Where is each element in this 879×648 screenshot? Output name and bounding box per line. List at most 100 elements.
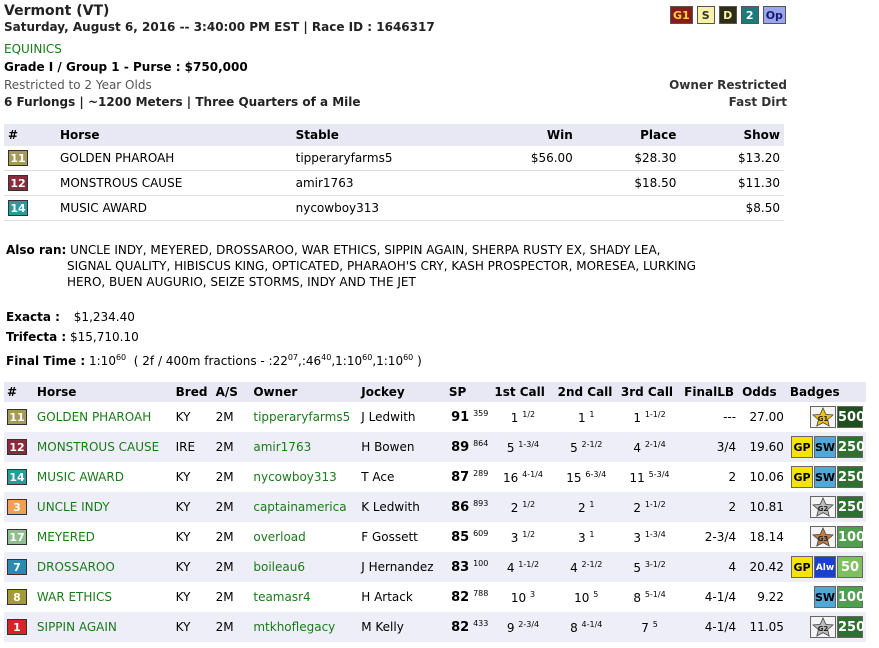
call3-margin: 1-3/4	[644, 529, 666, 539]
col-call3: 3rd Call	[617, 382, 682, 402]
call3-pos: 4	[633, 440, 641, 455]
race-tags: G1 S D 2 Op	[670, 6, 786, 24]
results-stable[interactable]: tipperaryfarms5	[291, 146, 492, 171]
trifecta-label: Trifecta :	[6, 330, 67, 344]
owner-link[interactable]: overload	[250, 522, 358, 552]
race-restriction: Restricted to 2 Year Olds	[4, 78, 152, 92]
open-tag: Op	[762, 6, 786, 24]
grade-star-label: G2	[817, 625, 829, 633]
also-ran-line2: SIGNAL QUALITY, HIBISCUS KING, OPTICATED…	[67, 259, 696, 273]
call1-pos: 2	[510, 500, 519, 515]
jockey: F Gossett	[361, 530, 418, 544]
results-show: $8.50	[680, 195, 784, 221]
horse-link[interactable]: SIPPIN AGAIN	[33, 612, 173, 642]
results-win	[491, 195, 577, 221]
horse-link[interactable]: GOLDEN PHAROAH	[34, 402, 173, 432]
frac3-sup: 60	[362, 353, 373, 362]
sp-sup: 359	[473, 409, 489, 418]
points-badge: 50	[837, 556, 863, 578]
sp-value: 85	[451, 530, 470, 545]
post-position-badge: 7	[7, 559, 27, 575]
final-time-row: Final Time : 1:1060 ( 2f / 400m fraction…	[6, 353, 422, 368]
race-title: Vermont (VT)	[4, 3, 110, 19]
horse-link[interactable]: MONSTROUS CAUSE	[33, 432, 173, 462]
age-sex: 2M	[215, 530, 234, 544]
col-badges: Badges	[786, 382, 866, 402]
grade-star-label: G3	[817, 535, 829, 543]
results-horse[interactable]: MUSIC AWARD	[56, 195, 292, 221]
race-row: 12 MONSTROUS CAUSE IRE 2M amir1763 H Bow…	[4, 432, 866, 462]
call2: 8 4-1/4	[554, 612, 618, 642]
pp-cell: 11	[4, 402, 34, 432]
horse-link[interactable]: MUSIC AWARD	[34, 462, 173, 492]
call3-margin: 3-1/2	[644, 559, 666, 569]
race-results-table: # Horse Bred A/S Owner Jockey SP 1st Cal…	[4, 382, 866, 642]
call3-pos: 3	[633, 530, 641, 545]
horse-link[interactable]: DROSSAROO	[33, 552, 173, 582]
horse-link[interactable]: WAR ETHICS	[34, 582, 173, 612]
pp-cell: 1	[4, 612, 34, 642]
owner-link[interactable]: mtkhoflegacy	[250, 612, 359, 642]
grade-star-label: G1	[817, 415, 829, 423]
final-lb: 4-1/4	[704, 590, 737, 604]
results-horse[interactable]: MONSTROUS CAUSE	[56, 170, 292, 196]
call2: 3 1	[555, 522, 618, 552]
call1-pos: 4	[506, 560, 515, 575]
sp-value: 86	[451, 500, 470, 515]
horse-link[interactable]: MEYERED	[34, 522, 173, 552]
odds: 18.14	[749, 530, 784, 544]
also-ran-line1: UNCLE INDY, MEYERED, DROSSAROO, WAR ETHI…	[70, 243, 661, 257]
owner-link[interactable]: boileau6	[250, 552, 359, 582]
stakes-winner-badge: SW	[814, 436, 836, 458]
badges-cell: G2 250	[786, 492, 866, 522]
results-col-place: Place	[576, 124, 681, 146]
call2-pos: 8	[570, 620, 578, 635]
bred: KY	[175, 410, 191, 424]
horse-link[interactable]: UNCLE INDY	[33, 492, 173, 522]
call1: 5 1-3/4	[491, 432, 555, 462]
final-lb: 2-3/4	[704, 530, 737, 544]
bred: KY	[175, 530, 191, 544]
call2-margin: 1	[589, 409, 595, 419]
frac1-sup: 07	[287, 353, 299, 362]
call3-pos: 11	[629, 470, 645, 485]
final-lb: 4	[681, 552, 740, 582]
bred: IRE	[172, 432, 213, 462]
post-position-badge: 11	[7, 409, 27, 425]
results-stable[interactable]: nycowboy313	[291, 195, 492, 221]
call2-pos: 10	[574, 590, 590, 605]
results-horse[interactable]: GOLDEN PHAROAH	[56, 146, 292, 171]
owner-link[interactable]: nycowboy313	[250, 462, 358, 492]
owner-link[interactable]: amir1763	[250, 432, 359, 462]
race-subtitle: Saturday, August 6, 2016 -- 3:40:00 PM E…	[4, 20, 435, 34]
call2: 1 1	[555, 402, 618, 432]
owner-link[interactable]: teamasr4	[250, 582, 358, 612]
col-num: #	[4, 382, 34, 402]
stakes-winner-badge: SW	[814, 466, 836, 488]
owner-link[interactable]: tipperaryfarms5	[250, 402, 358, 432]
also-ran-label: Also ran:	[6, 243, 67, 257]
points-badge: 250	[837, 496, 865, 518]
post-position-badge: 14	[7, 469, 27, 485]
speed-points: 89 864	[445, 432, 492, 462]
sp-sup: 864	[473, 439, 489, 448]
jockey: H Artack	[361, 590, 413, 604]
race-category[interactable]: EQUINICS	[4, 42, 62, 56]
col-sp: SP	[445, 382, 492, 402]
sp-value: 82	[451, 590, 470, 605]
owner-link[interactable]: captainamerica	[250, 492, 359, 522]
fractions-c: ,1:10	[331, 354, 363, 368]
results-stable[interactable]: amir1763	[291, 170, 492, 196]
final-time-value: 1:10	[89, 354, 116, 368]
race-row: 14 MUSIC AWARD KY 2M nycowboy313 T Ace 8…	[4, 462, 866, 492]
odds: 27.00	[749, 410, 784, 424]
call3: 11 5-3/4	[618, 462, 681, 492]
post-position-badge: 12	[7, 439, 27, 455]
sp-sup: 609	[473, 529, 489, 538]
results-place: $28.30	[576, 146, 681, 171]
age-sex: 2M	[212, 432, 251, 462]
race-row: 1 SIPPIN AGAIN KY 2M mtkhoflegacy M Kell…	[4, 612, 866, 642]
exacta-row: Exacta : $1,234.40	[6, 310, 135, 324]
col-jockey: Jockey	[358, 382, 446, 402]
results-place	[576, 195, 681, 221]
